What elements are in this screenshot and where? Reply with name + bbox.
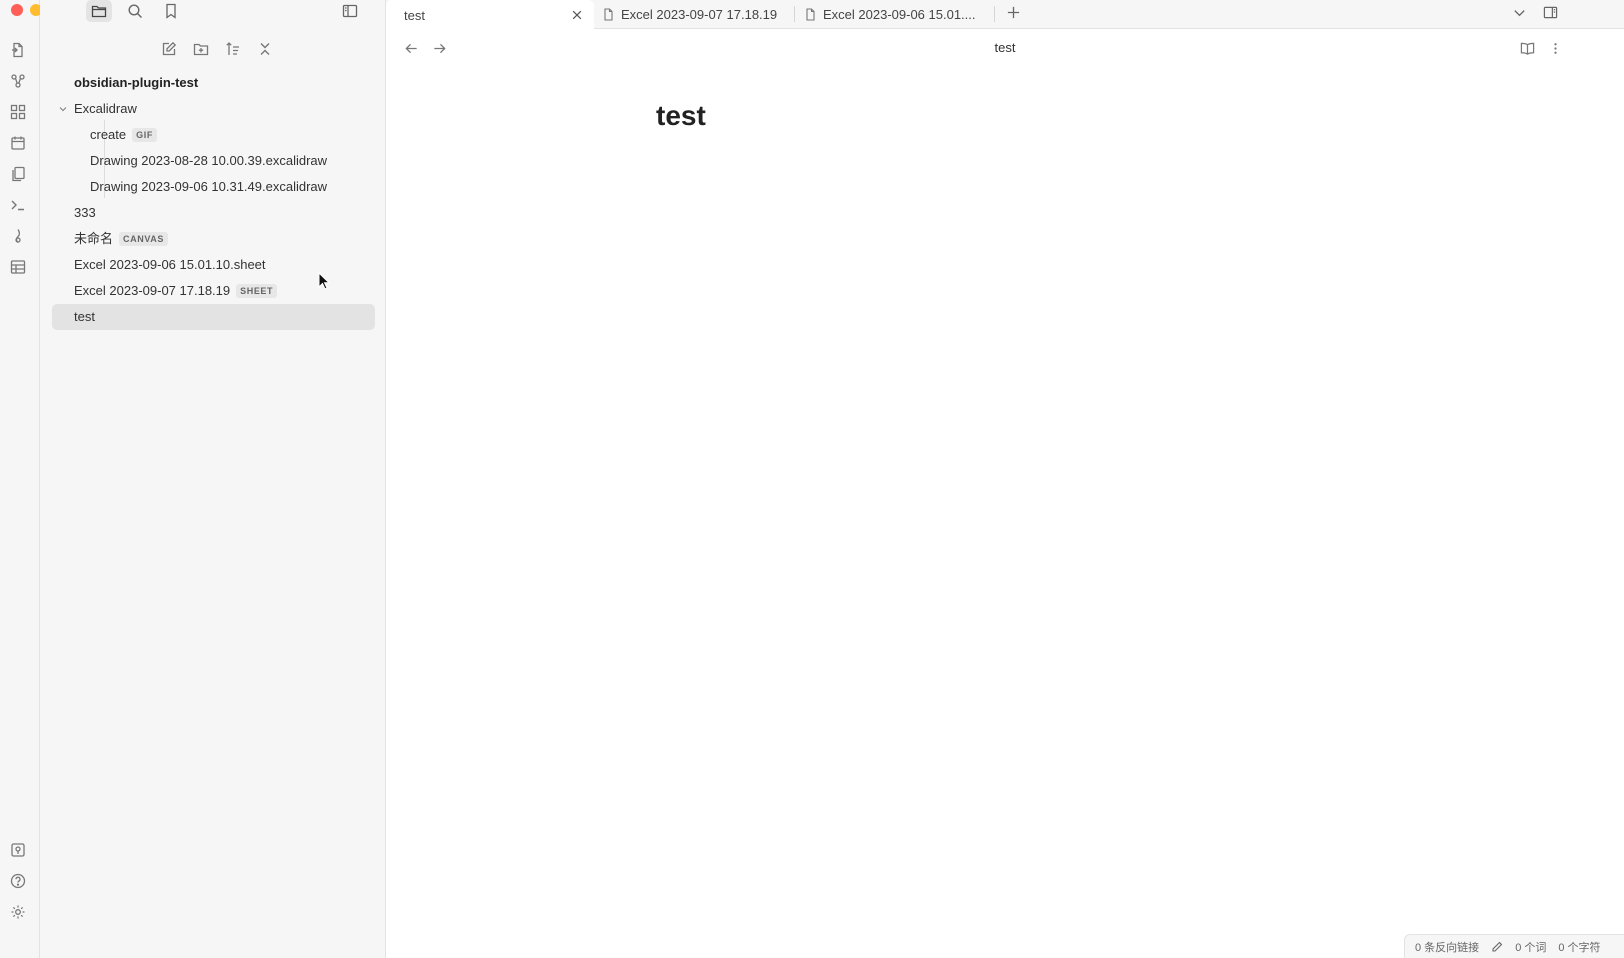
document-icon — [804, 7, 817, 21]
tree-folder-excalidraw[interactable]: Excalidraw — [52, 96, 375, 122]
plus-icon — [1007, 6, 1019, 18]
view-header: test — [386, 30, 1624, 66]
tree-item-label: 333 — [74, 205, 96, 220]
sidebar-tab-header — [40, 0, 385, 28]
more-vertical-icon — [1553, 42, 1557, 54]
sidebar-toggle-icon — [342, 4, 358, 18]
new-note-icon — [162, 41, 176, 56]
file-explorer-sidebar: obsidian-plugin-test Excalidraw create G… — [40, 0, 386, 958]
bookmarks-tab-button[interactable] — [158, 0, 184, 22]
collapse-icon — [260, 43, 269, 55]
view-header-title[interactable]: test — [386, 40, 1624, 55]
terminal-icon[interactable] — [8, 195, 28, 215]
tree-file-create[interactable]: create GIF — [52, 122, 375, 148]
tree-file-untitled-canvas[interactable]: 未命名 CANVAS — [52, 226, 375, 252]
edit-mode-icon[interactable] — [1491, 941, 1503, 953]
sidebar-right-icon — [1543, 6, 1557, 18]
bookmark-icon — [166, 3, 176, 19]
tab-label: Excel 2023-09-07 17.18.19 — [621, 6, 778, 22]
tree-item-label: Excel 2023-09-06 15.01.10.sheet — [74, 257, 266, 272]
vault-icon[interactable] — [8, 840, 28, 860]
sort-button[interactable] — [224, 40, 242, 58]
tab-list-button[interactable] — [1510, 3, 1528, 21]
tab-separator — [794, 6, 795, 22]
search-icon — [128, 4, 142, 18]
toggle-right-sidebar-button[interactable] — [1541, 3, 1559, 21]
tree-item-label: Drawing 2023-09-06 10.31.49.excalidraw — [90, 179, 328, 194]
tab-separator — [994, 6, 995, 22]
search-tab-button[interactable] — [122, 0, 148, 22]
tree-item-label: Drawing 2023-08-28 10.00.39.excalidraw — [90, 153, 328, 168]
tab-excel-0906[interactable]: Excel 2023-09-06 15.01.... — [804, 0, 976, 28]
status-bar: 0 条反向链接 0 个词 0 个字符 — [1404, 934, 1624, 958]
excalidraw-icon[interactable] — [8, 226, 28, 246]
tree-item-label: create — [90, 127, 127, 142]
templates-icon[interactable] — [8, 164, 28, 184]
tree-file-333[interactable]: 333 — [52, 200, 375, 226]
ribbon — [0, 0, 61, 958]
settings-icon[interactable] — [8, 902, 28, 922]
new-note-button[interactable] — [160, 40, 178, 58]
file-explorer-actions — [40, 40, 385, 62]
graph-icon[interactable] — [8, 71, 28, 91]
tree-file-drawing-0828[interactable]: Drawing 2023-08-28 10.00.39.excalidraw — [52, 148, 375, 174]
new-folder-button[interactable] — [192, 40, 210, 58]
sort-icon — [225, 42, 239, 55]
file-extension-badge: GIF — [132, 128, 157, 142]
table-icon[interactable] — [8, 257, 28, 277]
folder-icon — [91, 5, 107, 18]
file-tree: obsidian-plugin-test Excalidraw create G… — [52, 70, 375, 330]
tree-file-drawing-0906[interactable]: Drawing 2023-09-06 10.31.49.excalidraw — [52, 174, 375, 200]
tree-item-label: test — [74, 309, 95, 324]
new-folder-icon — [193, 43, 208, 56]
close-window-button[interactable] — [11, 4, 23, 16]
new-tab-button[interactable] — [1004, 3, 1022, 21]
mouse-cursor-icon — [318, 272, 330, 290]
tree-file-test[interactable]: test — [52, 304, 375, 330]
tree-item-label: Excel 2023-09-07 17.18.19 — [74, 283, 231, 298]
chevron-down-icon[interactable] — [58, 104, 68, 114]
word-count: 0 个词 — [1515, 941, 1547, 954]
tab-label: Excel 2023-09-06 15.01.... — [823, 6, 976, 22]
tree-item-label: 未命名 — [74, 231, 114, 246]
close-icon[interactable] — [570, 8, 584, 22]
char-count: 0 个字符 — [1558, 941, 1601, 954]
backlinks-count[interactable]: 0 条反向链接 — [1415, 939, 1479, 955]
file-extension-badge: SHEET — [236, 284, 278, 298]
vault-name[interactable]: obsidian-plugin-test — [52, 70, 375, 96]
files-tab-button[interactable] — [86, 0, 112, 22]
document-icon — [602, 7, 615, 21]
tab-test[interactable]: test — [386, 0, 594, 30]
toggle-sidebar-button[interactable] — [337, 0, 363, 22]
calendar-icon[interactable] — [8, 133, 28, 153]
more-options-button[interactable] — [1546, 39, 1564, 57]
tab-excel-0907[interactable]: Excel 2023-09-07 17.18.19 — [602, 0, 777, 28]
collapse-all-button[interactable] — [256, 40, 274, 58]
file-extension-badge: CANVAS — [119, 232, 168, 246]
tree-item-label: Excalidraw — [74, 101, 137, 116]
canvas-icon[interactable] — [8, 102, 28, 122]
note-inline-title[interactable]: test — [656, 100, 706, 132]
book-open-icon — [1520, 42, 1534, 55]
help-icon[interactable] — [8, 871, 28, 891]
reading-view-button[interactable] — [1518, 39, 1536, 57]
chevron-down-icon — [1513, 9, 1525, 16]
tab-bar: test Excel 2023-09-07 17.18.19 Excel 202… — [386, 0, 1624, 30]
tab-label: test — [404, 7, 425, 23]
switcher-icon[interactable] — [8, 40, 28, 60]
